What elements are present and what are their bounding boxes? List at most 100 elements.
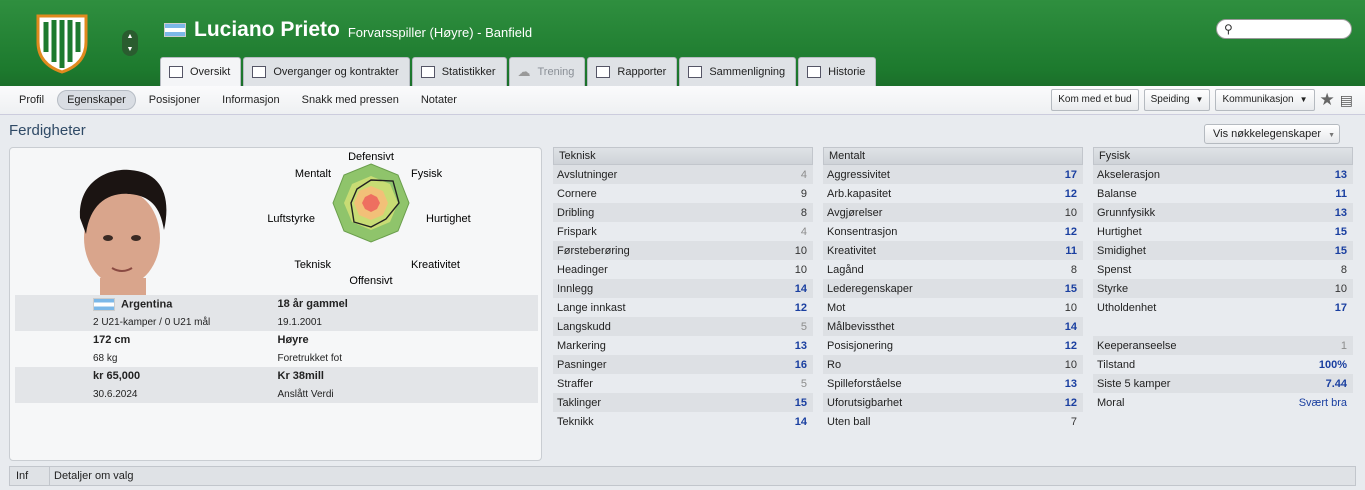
attribute-row[interactable]: Uten ball 7	[823, 412, 1083, 431]
attribute-name: Utholdenhet	[1097, 301, 1157, 314]
header-bar: ▲ ▼ Luciano Prieto Forvarsspiller (Høyre)…	[0, 0, 1365, 86]
tab-overganger[interactable]: Overganger og kontrakter	[243, 57, 410, 86]
details-tab-inf[interactable]: Inf	[10, 467, 50, 485]
attribute-value: 8	[1070, 263, 1077, 276]
attribute-value: 15	[1334, 225, 1347, 238]
radar-label-physical: Fysisk	[411, 168, 443, 180]
height: 172 cm	[93, 334, 131, 346]
attribute-row[interactable]: Tilstand 100%	[1093, 355, 1353, 374]
attribute-name: Konsentrasjon	[827, 225, 898, 238]
subnav-snakk-med-pressen[interactable]: Snakk med pressen	[293, 90, 408, 110]
attribute-row[interactable]: Mot 10	[823, 298, 1083, 317]
make-offer-button[interactable]: Kom med et bud	[1051, 89, 1139, 111]
attribute-value: 12	[794, 301, 807, 314]
tab-statistikker[interactable]: Statistikker	[411, 57, 507, 86]
attribute-row[interactable]: Målbevissthet 14	[823, 317, 1083, 336]
communication-dropdown[interactable]: Kommunikasjon ▼	[1215, 89, 1315, 111]
tab-historie[interactable]: Historie	[798, 57, 877, 86]
attribute-row[interactable]: Utholdenhet 17	[1093, 298, 1353, 317]
attribute-row[interactable]: Lagånd 8	[823, 260, 1083, 279]
attribute-name: Spenst	[1097, 263, 1132, 276]
attribute-value: 10	[1064, 206, 1077, 219]
attribute-row[interactable]: Uforutsigbarhet 12	[823, 393, 1083, 412]
attribute-name: Headinger	[557, 263, 608, 276]
attribute-row[interactable]: Spenst 8	[1093, 260, 1353, 279]
physical-header: Fysisk	[1093, 147, 1353, 165]
attribute-value: 9	[800, 187, 807, 200]
tab-trening[interactable]: ☁ Trening	[508, 57, 586, 86]
report-icon	[596, 66, 611, 78]
club-badge-icon[interactable]	[34, 12, 90, 74]
tab-oversikt[interactable]: Oversikt	[160, 57, 242, 86]
attribute-row[interactable]: Dribling 8	[553, 203, 813, 222]
attribute-row[interactable]: Teknikk 14	[553, 412, 813, 431]
attribute-row[interactable]: Hurtighet 15	[1093, 222, 1353, 241]
attribute-row[interactable]: Førsteberøring 10	[553, 241, 813, 260]
scouting-dropdown[interactable]: Speiding ▼	[1143, 89, 1211, 111]
attribute-row[interactable]: Straffer 5	[553, 374, 813, 393]
search-input[interactable]: ⚲	[1216, 19, 1352, 39]
attribute-row[interactable]: Akselerasjon 13	[1093, 165, 1353, 184]
attribute-row[interactable]: Siste 5 kamper 7.44	[1093, 374, 1353, 393]
attribute-row[interactable]: Cornere 9	[553, 184, 813, 203]
attribute-row[interactable]: Lange innkast 12	[553, 298, 813, 317]
attribute-row[interactable]: Langskudd 5	[553, 317, 813, 336]
compare-icon	[688, 66, 703, 78]
attribute-row[interactable]: Styrke 10	[1093, 279, 1353, 298]
subnav-informasjon[interactable]: Informasjon	[213, 90, 288, 110]
subnav-egenskaper[interactable]: Egenskaper	[57, 90, 136, 110]
attribute-name: Aggressivitet	[827, 168, 890, 181]
attribute-row[interactable]: Pasninger 16	[553, 355, 813, 374]
attribute-row[interactable]: Kreativitet 11	[823, 241, 1083, 260]
tab-sammenligning[interactable]: Sammenligning	[679, 57, 797, 86]
attribute-row[interactable]: Spilleforståelse 13	[823, 374, 1083, 393]
attribute-row[interactable]: Avgjørelser 10	[823, 203, 1083, 222]
attribute-name: Uten ball	[827, 415, 871, 428]
attribute-value: 12	[1064, 225, 1077, 238]
attribute-value: 13	[1334, 206, 1347, 219]
tab-rapporter[interactable]: Rapporter	[587, 57, 678, 86]
attribute-value: 10	[1064, 358, 1077, 371]
player-overview-panel: Defensivt Fysisk Hurtighet Kreativitet O…	[9, 147, 542, 461]
subnav-notater[interactable]: Notater	[412, 90, 466, 110]
attribute-row[interactable]: Keeperanseelse 1	[1093, 336, 1353, 355]
attribute-row[interactable]: Markering 13	[553, 336, 813, 355]
attribute-row[interactable]: Avslutninger 4	[553, 165, 813, 184]
attribute-row[interactable]: Grunnfysikk 13	[1093, 203, 1353, 222]
attribute-row[interactable]: Innlegg 14	[553, 279, 813, 298]
attribute-name: Siste 5 kamper	[1097, 377, 1171, 390]
star-icon[interactable]: ★	[1320, 90, 1335, 110]
attribute-row[interactable]: Taklinger 15	[553, 393, 813, 412]
attribute-row[interactable]: Konsentrasjon 12	[823, 222, 1083, 241]
attribute-value: 4	[800, 225, 807, 238]
attribute-row[interactable]: Balanse 11	[1093, 184, 1353, 203]
attribute-row[interactable]: Ro 10	[823, 355, 1083, 374]
mental-attributes: Mentalt Aggressivitet 17 Arb.kapasitet 12 Av…	[823, 147, 1083, 431]
attribute-row[interactable]: Moral Svært bra	[1093, 393, 1353, 412]
add-note-icon[interactable]: ▤	[1340, 92, 1353, 109]
radar-label-offensive: Offensivt	[349, 275, 392, 287]
subnav-profil[interactable]: Profil	[10, 90, 53, 110]
attribute-name: Hurtighet	[1097, 225, 1142, 238]
attribute-row[interactable]: Arb.kapasitet 12	[823, 184, 1083, 203]
attribute-name: Teknikk	[557, 415, 594, 428]
attribute-row[interactable]: Smidighet 15	[1093, 241, 1353, 260]
subnav-posisjoner[interactable]: Posisjoner	[140, 90, 209, 110]
attribute-name: Dribling	[557, 206, 595, 219]
attribute-row[interactable]: Lederegenskaper 15	[823, 279, 1083, 298]
attribute-name: Lange innkast	[557, 301, 626, 314]
attribute-row[interactable]: Posisjonering 12	[823, 336, 1083, 355]
attribute-name: Innlegg	[557, 282, 594, 295]
attribute-name: Keeperanseelse	[1097, 339, 1177, 352]
attribute-row[interactable]: Aggressivitet 17	[823, 165, 1083, 184]
contract-expiry: 30.6.2024	[93, 388, 138, 400]
attribute-value: 17	[1334, 301, 1347, 314]
attribute-name: Uforutsigbarhet	[827, 396, 903, 409]
attribute-value: 4	[800, 168, 807, 181]
key-attributes-dropdown[interactable]: Vis nøkkelegenskaper ▼	[1204, 124, 1340, 144]
attribute-value: 14	[794, 415, 807, 428]
attribute-row[interactable]: Frispark 4	[553, 222, 813, 241]
player-switch-stepper[interactable]: ▲ ▼	[122, 30, 138, 56]
attribute-row[interactable]: Headinger 10	[553, 260, 813, 279]
radar-label-creativity: Kreativitet	[411, 259, 460, 271]
